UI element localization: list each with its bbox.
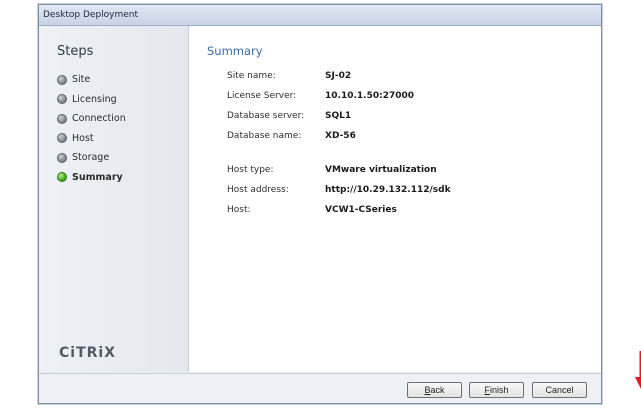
summary-label: Host address: — [227, 185, 289, 195]
arrow-down-icon — [635, 351, 641, 389]
step-connection: Connection — [57, 109, 126, 129]
summary-value: SQL1 — [325, 111, 352, 121]
back-label-rest: ack — [430, 385, 445, 395]
step-label: Site — [72, 74, 91, 86]
summary-label: License Server: — [227, 91, 297, 101]
summary-value: VCW1-CSeries — [325, 205, 397, 215]
summary-row-host-type: Host type: VMware virtualization — [227, 165, 437, 175]
cancel-label: Cancel — [545, 385, 574, 395]
step-status-icon-active — [57, 172, 67, 183]
step-status-icon — [57, 113, 67, 124]
step-status-icon — [57, 94, 67, 105]
step-label: Host — [72, 132, 94, 144]
cancel-button[interactable]: Cancel — [532, 382, 587, 398]
citrix-logo: CiTRiX — [59, 345, 116, 361]
steps-sidebar: Steps Site Licensing Connection Host Sto… — [39, 26, 189, 372]
summary-value: http://10.29.132.112/sdk — [325, 185, 451, 195]
step-status-icon — [57, 133, 67, 144]
summary-row-database-server: Database server: SQL1 — [227, 111, 351, 121]
step-site: Site — [57, 70, 126, 90]
step-label: Summary — [72, 171, 123, 183]
summary-panel: Summary Site name: SJ-02 License Server:… — [189, 26, 641, 389]
summary-row-site-name: Site name: SJ-02 — [227, 71, 351, 81]
step-label: Connection — [72, 113, 126, 125]
steps-title: Steps — [57, 44, 94, 59]
step-licensing: Licensing — [57, 90, 126, 110]
finish-button[interactable]: Finish — [469, 382, 524, 398]
summary-row-database-name: Database name: XD-56 — [227, 131, 356, 141]
wizard-footer: Back Finish Cancel — [39, 373, 601, 403]
step-status-icon — [57, 152, 67, 163]
summary-label: Host type: — [227, 165, 274, 175]
summary-label: Database name: — [227, 131, 302, 141]
summary-value: VMware virtualization — [325, 165, 437, 175]
finish-label-rest: inish — [489, 385, 509, 395]
summary-label: Site name: — [227, 71, 276, 81]
back-button[interactable]: Back — [407, 382, 462, 398]
desktop-deployment-window: Desktop Deployment Steps Site Licensing … — [38, 4, 641, 404]
summary-value: SJ-02 — [325, 71, 352, 81]
summary-row-host-address: Host address: http://10.29.132.112/sdk — [227, 185, 451, 195]
wizard-content: Steps Site Licensing Connection Host Sto… — [39, 26, 641, 389]
step-storage: Storage — [57, 148, 126, 168]
step-label: Licensing — [72, 93, 117, 105]
steps-list: Site Licensing Connection Host Storage S… — [57, 70, 126, 187]
title-bar: Desktop Deployment — [39, 5, 601, 26]
summary-label: Host: — [227, 205, 251, 215]
summary-row-host: Host: VCW1-CSeries — [227, 205, 397, 215]
summary-label: Database server: — [227, 111, 305, 121]
step-summary: Summary — [57, 168, 126, 188]
summary-title: Summary — [207, 44, 263, 58]
step-label: Storage — [72, 152, 110, 164]
window-title: Desktop Deployment — [43, 10, 139, 20]
summary-row-license-server: License Server: 10.10.1.50:27000 — [227, 91, 414, 101]
step-host: Host — [57, 129, 126, 149]
summary-value: 10.10.1.50:27000 — [325, 91, 415, 101]
summary-value: XD-56 — [325, 131, 356, 141]
step-status-icon — [57, 74, 67, 85]
